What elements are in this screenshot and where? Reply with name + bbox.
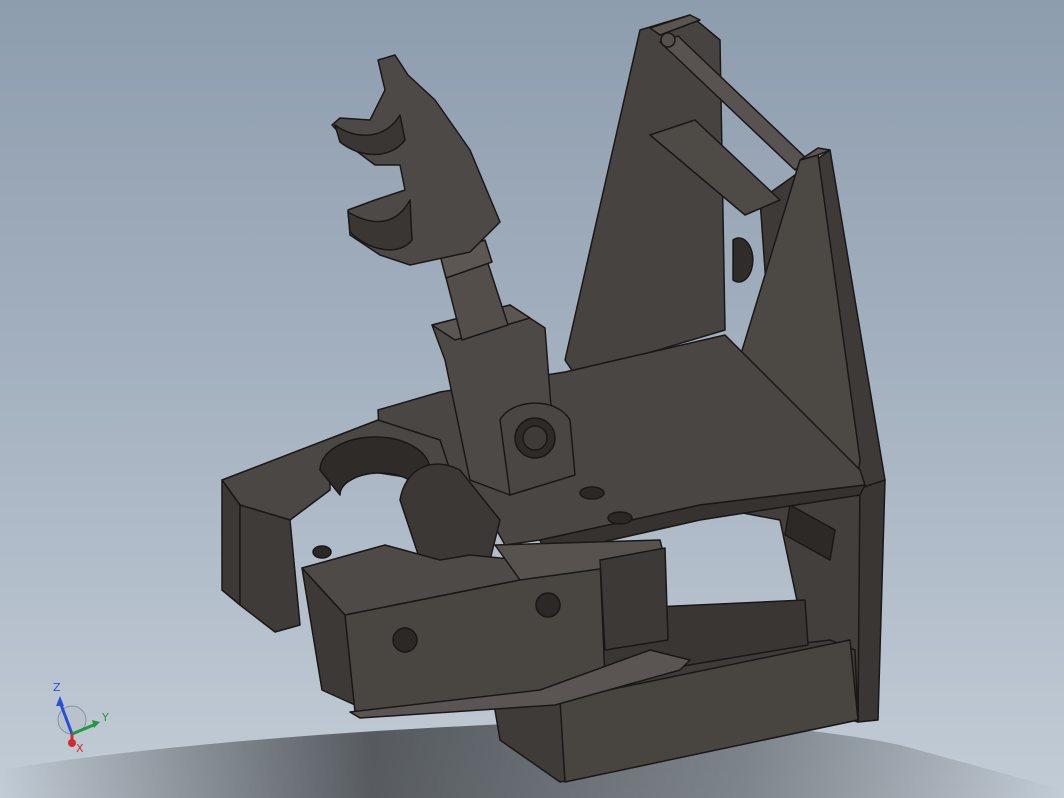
z-axis-label: Z bbox=[53, 681, 61, 694]
mid-slot bbox=[599, 547, 669, 651]
front-arm-hole-2 bbox=[535, 592, 561, 618]
left-arm-front bbox=[239, 504, 301, 633]
left-arm-hole bbox=[312, 545, 332, 559]
base-hole-2 bbox=[607, 511, 633, 525]
plate-hole bbox=[732, 237, 754, 283]
view-orientation-triad[interactable]: Z Y X bbox=[40, 676, 120, 756]
rod-end bbox=[660, 32, 676, 48]
x-axis-label: X bbox=[76, 742, 84, 755]
pivot-bore-inner bbox=[522, 425, 548, 451]
x-axis-arrow-icon bbox=[68, 739, 76, 747]
graphics-viewport[interactable]: Z Y X bbox=[0, 0, 1064, 798]
front-arm-hole-1 bbox=[392, 627, 418, 653]
z-axis-arrow-icon bbox=[56, 696, 64, 706]
y-axis-arrow-icon bbox=[92, 720, 100, 728]
cad-model-render[interactable] bbox=[0, 0, 1064, 798]
base-hole-1 bbox=[579, 486, 605, 500]
y-axis-label: Y bbox=[101, 711, 109, 724]
